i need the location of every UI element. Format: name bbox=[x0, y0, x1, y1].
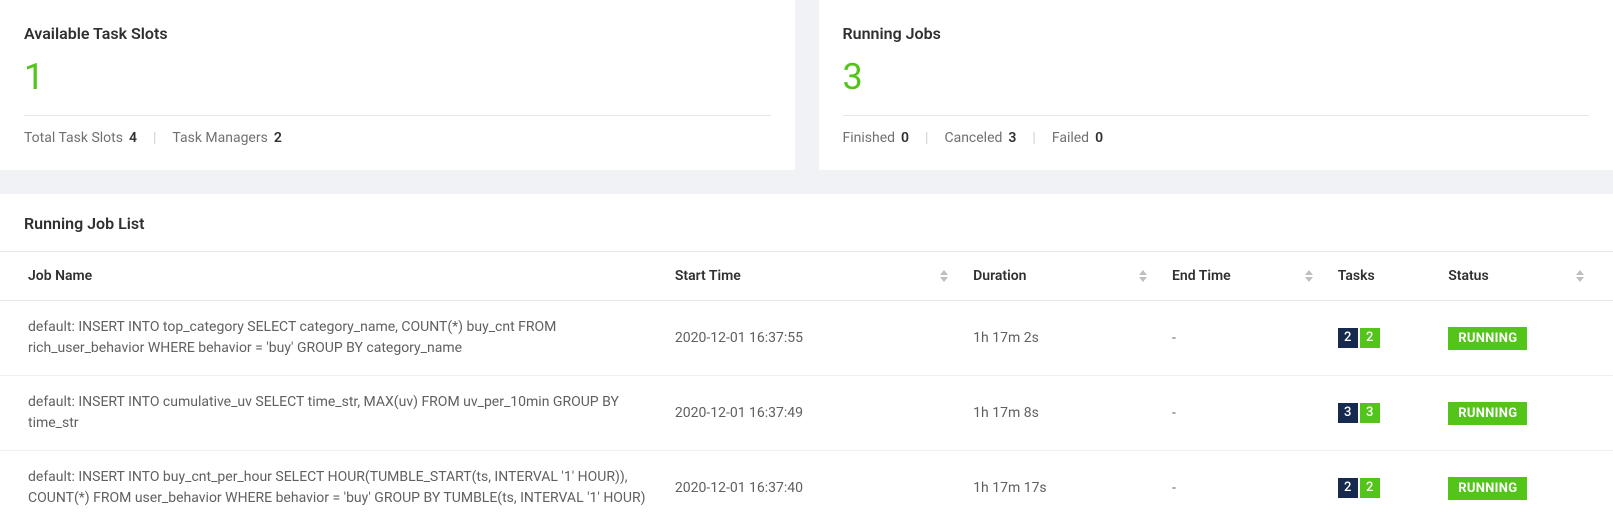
job-name-cell: default: INSERT INTO buy_cnt_per_hour SE… bbox=[0, 451, 663, 525]
start-time-cell: 2020-12-01 16:37:40 bbox=[663, 451, 961, 525]
column-header-end-time-label: End Time bbox=[1172, 268, 1231, 284]
column-header-duration-label: Duration bbox=[973, 268, 1026, 284]
end-time-cell: - bbox=[1160, 451, 1326, 525]
duration-cell: 1h 17m 2s bbox=[961, 301, 1160, 376]
column-header-job-name[interactable]: Job Name bbox=[0, 252, 663, 301]
sort-icon[interactable] bbox=[1575, 270, 1585, 282]
task-badge-running: 3 bbox=[1360, 403, 1380, 423]
column-header-job-name-label: Job Name bbox=[28, 268, 92, 284]
running-job-list-card: Running Job List Job Name Start Time bbox=[0, 194, 1613, 525]
stat-separator: | bbox=[153, 130, 156, 146]
column-header-status-label: Status bbox=[1448, 268, 1488, 284]
sort-icon[interactable] bbox=[939, 270, 949, 282]
job-name-cell: default: INSERT INTO cumulative_uv SELEC… bbox=[0, 376, 663, 451]
column-header-status[interactable]: Status bbox=[1436, 252, 1613, 301]
task-badge-running: 2 bbox=[1360, 328, 1380, 348]
column-header-start-time[interactable]: Start Time bbox=[663, 252, 961, 301]
available-task-slots-title: Available Task Slots bbox=[24, 24, 771, 43]
column-header-end-time[interactable]: End Time bbox=[1160, 252, 1326, 301]
job-name-cell: default: INSERT INTO top_category SELECT… bbox=[0, 301, 663, 376]
tasks-cell: 33 bbox=[1326, 376, 1436, 451]
sort-icon[interactable] bbox=[1138, 270, 1148, 282]
task-badge-total: 2 bbox=[1338, 328, 1358, 348]
start-time-cell: 2020-12-01 16:37:49 bbox=[663, 376, 961, 451]
sort-icon[interactable] bbox=[1304, 270, 1314, 282]
total-task-slots-label: Total Task Slots bbox=[24, 130, 123, 146]
table-row[interactable]: default: INSERT INTO top_category SELECT… bbox=[0, 301, 1613, 376]
table-row[interactable]: default: INSERT INTO cumulative_uv SELEC… bbox=[0, 376, 1613, 451]
column-header-tasks-label: Tasks bbox=[1338, 268, 1375, 284]
available-task-slots-count: 1 bbox=[24, 59, 771, 95]
task-managers-value: 2 bbox=[274, 130, 282, 146]
job-list-table: Job Name Start Time Durat bbox=[0, 252, 1613, 525]
running-job-list-header: Running Job List bbox=[0, 194, 1613, 252]
running-jobs-card: Running Jobs 3 Finished 0 | Canceled 3 |… bbox=[819, 0, 1613, 170]
end-time-cell: - bbox=[1160, 301, 1326, 376]
divider bbox=[843, 115, 1590, 116]
failed-value: 0 bbox=[1095, 130, 1103, 146]
available-task-slots-card: Available Task Slots 1 Total Task Slots … bbox=[0, 0, 795, 170]
task-badges: 33 bbox=[1338, 403, 1380, 423]
slots-stats-row: Total Task Slots 4 | Task Managers 2 bbox=[24, 130, 771, 146]
status-cell: RUNNING bbox=[1436, 451, 1613, 525]
total-task-slots-value: 4 bbox=[129, 130, 137, 146]
canceled-value: 3 bbox=[1008, 130, 1016, 146]
tasks-cell: 22 bbox=[1326, 301, 1436, 376]
task-managers-label: Task Managers bbox=[172, 130, 267, 146]
column-header-start-time-label: Start Time bbox=[675, 268, 741, 284]
finished-value: 0 bbox=[901, 130, 909, 146]
stat-separator: | bbox=[925, 130, 928, 146]
failed-stat: Failed 0 bbox=[1052, 130, 1103, 146]
canceled-label: Canceled bbox=[944, 130, 1002, 146]
column-header-duration[interactable]: Duration bbox=[961, 252, 1160, 301]
task-managers-stat: Task Managers 2 bbox=[172, 130, 281, 146]
finished-stat: Finished 0 bbox=[843, 130, 910, 146]
running-job-list-title: Running Job List bbox=[24, 214, 1589, 233]
status-cell: RUNNING bbox=[1436, 376, 1613, 451]
status-badge: RUNNING bbox=[1448, 477, 1527, 500]
task-badge-total: 3 bbox=[1338, 403, 1358, 423]
status-badge: RUNNING bbox=[1448, 402, 1527, 425]
task-badge-running: 2 bbox=[1360, 478, 1380, 498]
canceled-stat: Canceled 3 bbox=[944, 130, 1016, 146]
running-jobs-title: Running Jobs bbox=[843, 24, 1590, 43]
running-jobs-count: 3 bbox=[843, 59, 1590, 95]
finished-label: Finished bbox=[843, 130, 896, 146]
status-cell: RUNNING bbox=[1436, 301, 1613, 376]
tasks-cell: 22 bbox=[1326, 451, 1436, 525]
stat-separator: | bbox=[1032, 130, 1035, 146]
divider bbox=[24, 115, 771, 116]
total-task-slots-stat: Total Task Slots 4 bbox=[24, 130, 137, 146]
column-header-tasks[interactable]: Tasks bbox=[1326, 252, 1436, 301]
task-badges: 22 bbox=[1338, 478, 1380, 498]
table-row[interactable]: default: INSERT INTO buy_cnt_per_hour SE… bbox=[0, 451, 1613, 525]
duration-cell: 1h 17m 8s bbox=[961, 376, 1160, 451]
failed-label: Failed bbox=[1052, 130, 1089, 146]
task-badge-total: 2 bbox=[1338, 478, 1358, 498]
duration-cell: 1h 17m 17s bbox=[961, 451, 1160, 525]
end-time-cell: - bbox=[1160, 376, 1326, 451]
start-time-cell: 2020-12-01 16:37:55 bbox=[663, 301, 961, 376]
jobs-stats-row: Finished 0 | Canceled 3 | Failed 0 bbox=[843, 130, 1590, 146]
task-badges: 22 bbox=[1338, 328, 1380, 348]
status-badge: RUNNING bbox=[1448, 327, 1527, 350]
